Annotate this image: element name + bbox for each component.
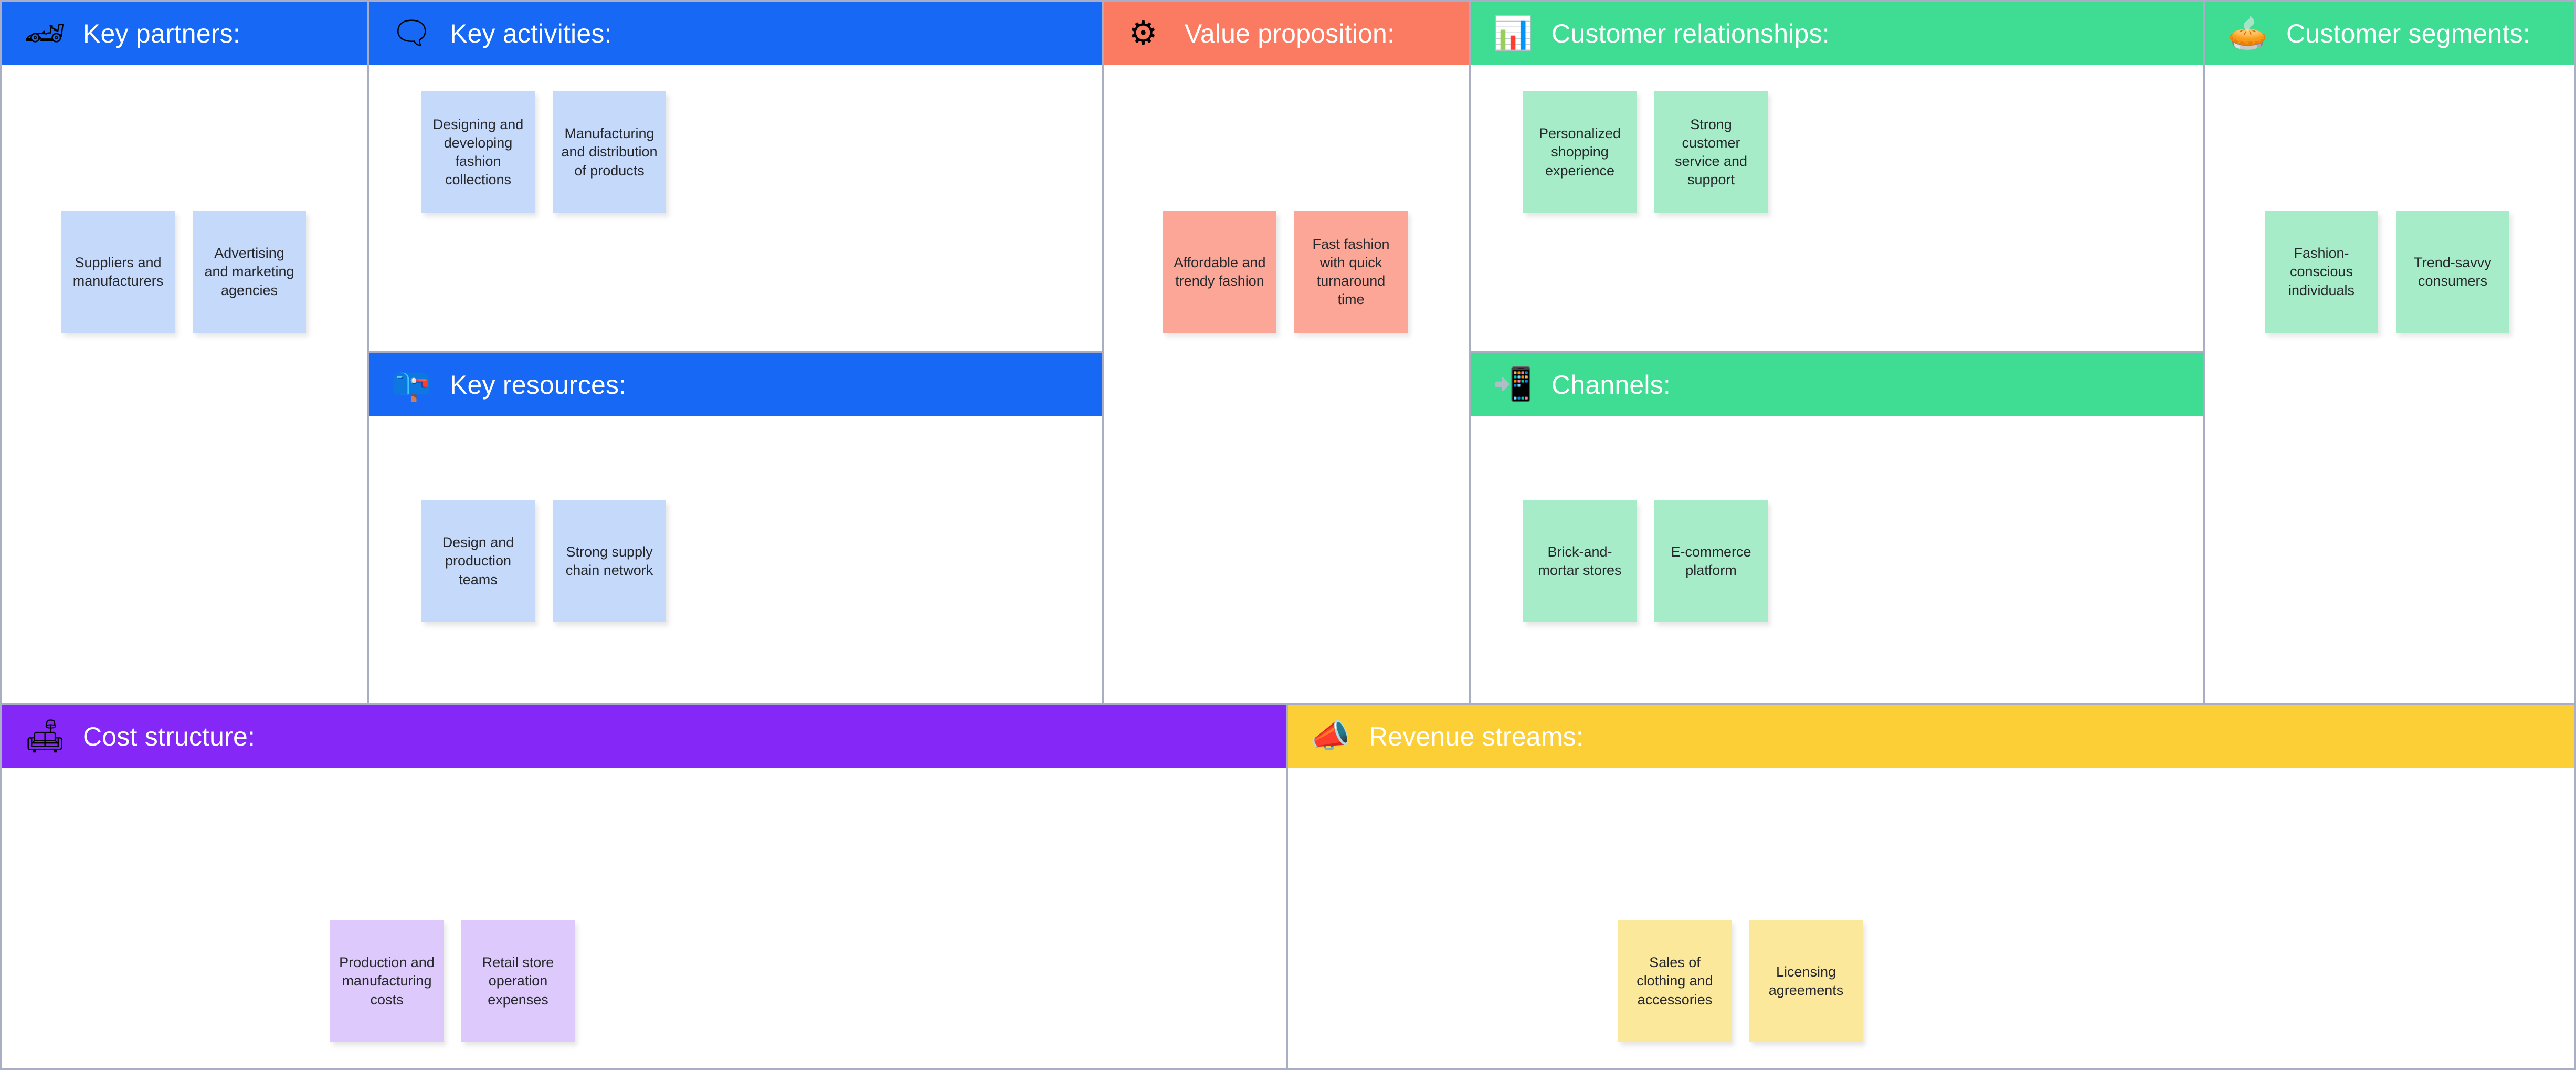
key-resources-body[interactable]: Design and production teams Strong suppl…: [369, 416, 1102, 703]
gears-icon: ⚙: [1128, 15, 1158, 51]
revenue-streams-title: Revenue streams:: [1369, 722, 1583, 751]
note-text: Manufacturing and distribution of produc…: [561, 125, 658, 179]
customer-segments-body[interactable]: Fashion-conscious individuals Trend-savv…: [2205, 65, 2574, 703]
block-value-proposition[interactable]: ⚙ Value proposition: Affordable and tren…: [1104, 2, 1469, 703]
channels-title: Channels:: [1551, 370, 1671, 400]
value-proposition-header: ⚙ Value proposition:: [1104, 2, 1469, 65]
business-model-canvas: 🏎 Key partners: Suppliers and manufactur…: [0, 0, 2576, 1070]
value-proposition-body[interactable]: Affordable and trendy fashion Fast fashi…: [1104, 65, 1469, 703]
key-activities-body[interactable]: Designing and developing fashion collect…: [369, 65, 1102, 351]
customer-relationships-header: 📊 Customer relationships:: [1471, 2, 2203, 65]
revenue-streams-notes: Sales of clothing and accessories Licens…: [1618, 920, 1863, 1042]
key-partners-title: Key partners:: [83, 19, 240, 48]
note-text: Strong supply chain network: [565, 543, 653, 578]
block-key-partners[interactable]: 🏎 Key partners: Suppliers and manufactur…: [2, 2, 367, 703]
note-text: Production and manufacturing costs: [339, 954, 435, 1008]
mobile-phone-icon: 📲: [1493, 366, 1534, 403]
block-customer-relationships[interactable]: 📊 Customer relationships: Personalized s…: [1471, 2, 2203, 351]
sticky-note[interactable]: Fashion-conscious individuals: [2265, 211, 2378, 333]
sticky-note[interactable]: E-commerce platform: [1654, 500, 1768, 622]
speech-balloon-icon: 🗨: [391, 15, 432, 51]
revenue-streams-body[interactable]: Sales of clothing and accessories Licens…: [1288, 768, 2574, 1068]
sticky-note[interactable]: Suppliers and manufacturers: [61, 211, 175, 333]
channels-notes: Brick-and-mortar stores E-commerce platf…: [1523, 500, 1768, 622]
sticky-note[interactable]: Design and production teams: [421, 500, 535, 622]
key-partners-header: 🏎 Key partners:: [2, 2, 367, 65]
sticky-note[interactable]: Strong customer service and support: [1654, 91, 1768, 213]
cost-structure-header: 🛋 Cost structure:: [2, 705, 1286, 768]
value-proposition-notes: Affordable and trendy fashion Fast fashi…: [1163, 211, 1408, 333]
key-activities-title: Key activities:: [450, 19, 612, 48]
sticky-note[interactable]: Licensing agreements: [1749, 920, 1863, 1042]
key-resources-header: 📪 Key resources:: [369, 353, 1102, 416]
key-resources-notes: Design and production teams Strong suppl…: [421, 500, 666, 622]
customer-relationships-body[interactable]: Personalized shopping experience Strong …: [1471, 65, 2203, 351]
block-customer-segments[interactable]: 🥧 Customer segments: Fashion-conscious i…: [2205, 2, 2574, 703]
sticky-note[interactable]: Personalized shopping experience: [1523, 91, 1637, 213]
sticky-note[interactable]: Manufacturing and distribution of produc…: [553, 91, 666, 213]
sticky-note[interactable]: Trend-savvy consumers: [2396, 211, 2509, 333]
block-key-activities[interactable]: 🗨 Key activities: Designing and developi…: [369, 2, 1102, 351]
note-text: Design and production teams: [442, 534, 514, 588]
customer-relationships-title: Customer relationships:: [1551, 19, 1830, 48]
customer-relationships-notes: Personalized shopping experience Strong …: [1523, 91, 1768, 213]
sticky-note[interactable]: Retail store operation expenses: [461, 920, 575, 1042]
sticky-note[interactable]: Fast fashion with quick turnaround time: [1294, 211, 1408, 333]
note-text: Sales of clothing and accessories: [1637, 954, 1713, 1008]
note-text: Trend-savvy consumers: [2414, 254, 2491, 289]
desk-lamp-icon: 🛋: [24, 718, 66, 754]
block-key-resources[interactable]: 📪 Key resources: Design and production t…: [369, 353, 1102, 703]
mailbox-icon: 📪: [391, 366, 432, 403]
note-text: Brick-and-mortar stores: [1538, 543, 1622, 578]
key-partners-notes: Suppliers and manufacturers Advertising …: [61, 211, 306, 333]
note-text: Fast fashion with quick turnaround time: [1312, 236, 1390, 308]
value-proposition-title: Value proposition:: [1185, 19, 1395, 48]
sticky-note[interactable]: Brick-and-mortar stores: [1523, 500, 1637, 622]
sticky-note[interactable]: Affordable and trendy fashion: [1163, 211, 1276, 333]
channels-body[interactable]: Brick-and-mortar stores E-commerce platf…: [1471, 416, 2203, 703]
bar-chart-icon: 📊: [1493, 15, 1534, 51]
note-text: Fashion-conscious individuals: [2288, 245, 2355, 298]
racing-car-icon: 🏎: [24, 15, 66, 51]
revenue-streams-header: 📣 Revenue streams:: [1288, 705, 2574, 768]
note-text: Affordable and trendy fashion: [1174, 254, 1266, 289]
note-text: Advertising and marketing agencies: [204, 245, 294, 298]
note-text: Designing and developing fashion collect…: [432, 116, 524, 188]
key-partners-body[interactable]: Suppliers and manufacturers Advertising …: [2, 65, 367, 703]
key-activities-header: 🗨 Key activities:: [369, 2, 1102, 65]
channels-header: 📲 Channels:: [1471, 353, 2203, 416]
cost-structure-notes: Production and manufacturing costs Retai…: [330, 920, 575, 1042]
note-text: Personalized shopping experience: [1538, 125, 1621, 179]
key-activities-notes: Designing and developing fashion collect…: [421, 91, 666, 213]
customer-segments-notes: Fashion-conscious individuals Trend-savv…: [2265, 211, 2509, 333]
sticky-note[interactable]: Sales of clothing and accessories: [1618, 920, 1732, 1042]
sticky-note[interactable]: Designing and developing fashion collect…: [421, 91, 535, 213]
sticky-note[interactable]: Production and manufacturing costs: [330, 920, 444, 1042]
block-channels[interactable]: 📲 Channels: Brick-and-mortar stores E-co…: [1471, 353, 2203, 703]
note-text: Retail store operation expenses: [482, 954, 554, 1008]
note-text: E-commerce platform: [1671, 543, 1751, 578]
note-text: Suppliers and manufacturers: [72, 254, 164, 289]
block-revenue-streams[interactable]: 📣 Revenue streams: Sales of clothing and…: [1288, 705, 2574, 1068]
cost-structure-body[interactable]: Production and manufacturing costs Retai…: [2, 768, 1286, 1068]
sticky-note[interactable]: Advertising and marketing agencies: [193, 211, 306, 333]
customer-segments-title: Customer segments:: [2286, 19, 2530, 48]
note-text: Strong customer service and support: [1674, 116, 1748, 188]
cost-structure-title: Cost structure:: [83, 722, 256, 751]
note-text: Licensing agreements: [1768, 963, 1844, 998]
customer-segments-header: 🥧 Customer segments:: [2205, 2, 2574, 65]
key-resources-title: Key resources:: [450, 370, 627, 400]
megaphone-icon: 📣: [1310, 718, 1351, 754]
sticky-note[interactable]: Strong supply chain network: [553, 500, 666, 622]
pie-chart-icon: 🥧: [2227, 15, 2268, 51]
block-cost-structure[interactable]: 🛋 Cost structure: Production and manufac…: [2, 705, 1286, 1068]
